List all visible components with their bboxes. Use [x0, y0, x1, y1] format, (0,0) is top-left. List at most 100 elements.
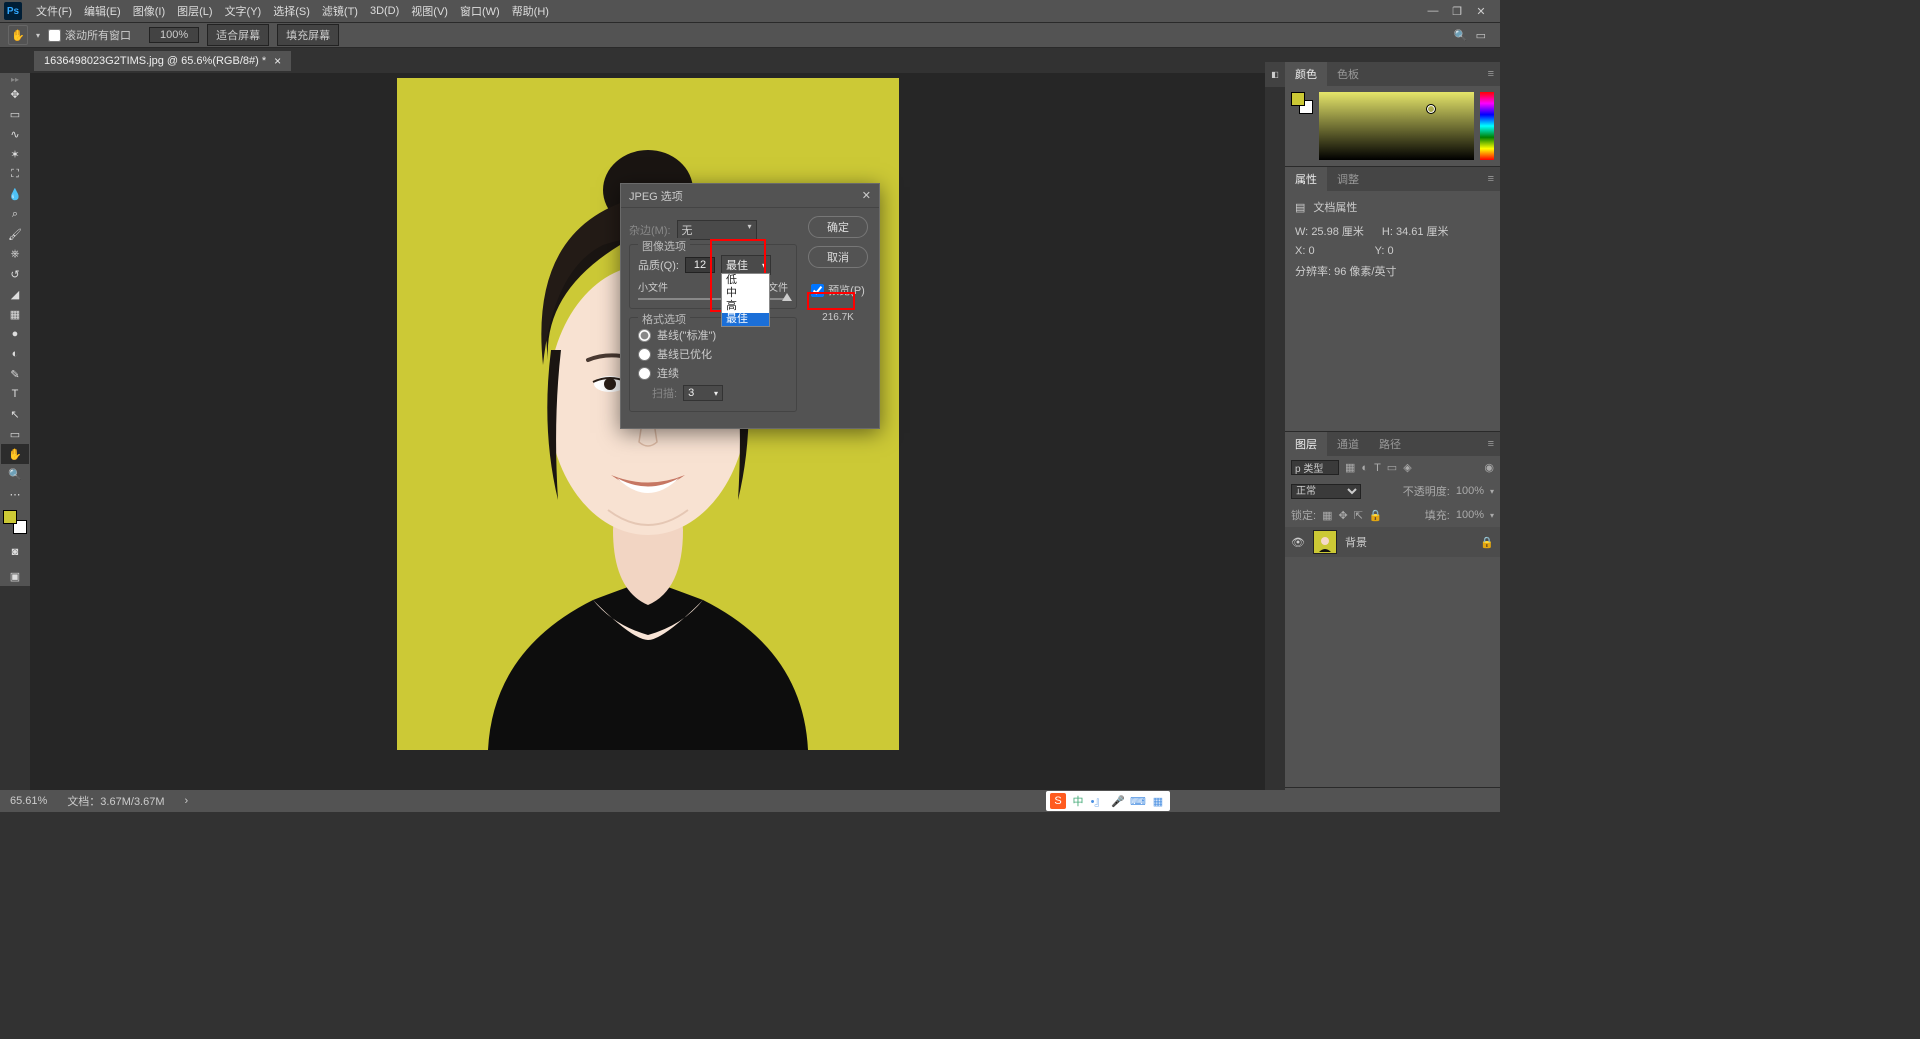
quality-option-low[interactable]: 低 [722, 274, 769, 287]
filter-shape-icon[interactable]: ▭ [1387, 461, 1397, 474]
menu-3d[interactable]: 3D(D) [364, 5, 405, 17]
collapsed-panel-icon[interactable]: ◧ [1265, 62, 1285, 87]
menu-view[interactable]: 视图(V) [405, 3, 454, 19]
tool-preset-dropdown-icon[interactable]: ▾ [36, 31, 40, 40]
color-picker-ring[interactable] [1426, 104, 1436, 114]
crop-tool[interactable]: ⛶ [1, 164, 29, 184]
color-tab[interactable]: 颜色 [1285, 62, 1327, 86]
lock-pixels-icon[interactable]: ▦ [1322, 509, 1332, 522]
filter-smart-icon[interactable]: ◈ [1403, 461, 1411, 474]
document-tab-close-icon[interactable]: × [274, 54, 281, 68]
move-tool[interactable]: ✥ [1, 84, 29, 104]
status-zoom[interactable]: 65.61% [10, 795, 47, 807]
eyedropper-tool[interactable]: 💧 [1, 184, 29, 204]
zoom-tool[interactable]: 🔍 [1, 464, 29, 484]
quick-mask-icon[interactable]: ◙ [1, 542, 29, 562]
panel-menu-icon[interactable]: ≡ [1482, 173, 1500, 185]
ok-button[interactable]: 确定 [808, 216, 868, 238]
shape-tool[interactable]: ▭ [1, 424, 29, 444]
dodge-tool[interactable]: ◐ [1, 344, 29, 364]
status-doc-size[interactable]: 文档：3.67M/3.67M [67, 793, 164, 809]
foreground-color-swatch[interactable] [3, 510, 17, 524]
hand-tool[interactable]: ✋ [1, 444, 29, 464]
filter-image-icon[interactable]: ▦ [1345, 461, 1355, 474]
chevron-down-icon[interactable]: ▾ [1490, 487, 1494, 496]
gradient-tool[interactable]: ▦ [1, 304, 29, 324]
paths-tab[interactable]: 路径 [1369, 432, 1411, 456]
ime-zh-icon[interactable]: 中 [1070, 793, 1086, 809]
fit-screen-button[interactable]: 适合屏幕 [207, 24, 269, 46]
menu-help[interactable]: 帮助(H) [506, 3, 555, 19]
menu-image[interactable]: 图像(I) [127, 3, 171, 19]
foreground-swatch[interactable] [1291, 92, 1305, 106]
pen-tool[interactable]: ✎ [1, 364, 29, 384]
window-restore-button[interactable]: ❐ [1450, 5, 1464, 18]
fill-screen-button[interactable]: 填充屏幕 [277, 24, 339, 46]
panel-menu-icon[interactable]: ≡ [1482, 438, 1500, 450]
window-close-button[interactable]: ✕ [1474, 5, 1488, 18]
quality-option-high[interactable]: 高 [722, 300, 769, 313]
ime-keyboard-icon[interactable]: ⌨ [1130, 793, 1146, 809]
path-selection-tool[interactable]: ↖ [1, 404, 29, 424]
eraser-tool[interactable]: ◢ [1, 284, 29, 304]
fill-value[interactable]: 100% [1456, 509, 1484, 521]
panel-menu-icon[interactable]: ≡ [1482, 68, 1500, 80]
filter-toggle-icon[interactable]: ◉ [1484, 461, 1494, 474]
menu-window[interactable]: 窗口(W) [454, 3, 506, 19]
ime-grid-icon[interactable]: ▦ [1150, 793, 1166, 809]
layer-visibility-icon[interactable]: 👁 [1291, 536, 1305, 549]
matte-select[interactable]: 无 ▾ [677, 220, 757, 240]
magic-wand-tool[interactable]: ✶ [1, 144, 29, 164]
ime-punct-icon[interactable]: •』 [1090, 793, 1106, 809]
document-tab[interactable]: 1636498023G2TIMS.jpg @ 65.6%(RGB/8#) * × [34, 51, 291, 71]
blur-tool[interactable]: ● [1, 324, 29, 344]
marquee-tool[interactable]: ▭ [1, 104, 29, 124]
channels-tab[interactable]: 通道 [1327, 432, 1369, 456]
menu-type[interactable]: 文字(Y) [219, 3, 268, 19]
edit-toolbar-icon[interactable]: ⋯ [1, 484, 29, 504]
filter-adjust-icon[interactable]: ◐ [1361, 462, 1368, 474]
menu-file[interactable]: 文件(F) [30, 3, 78, 19]
hue-strip[interactable] [1480, 92, 1494, 160]
foreground-background-swatches[interactable] [3, 510, 27, 534]
adjustments-tab[interactable]: 调整 [1327, 167, 1369, 191]
status-arrow-icon[interactable]: › [185, 795, 189, 807]
stamp-tool[interactable]: ⎈ [1, 244, 29, 264]
layer-thumbnail[interactable] [1313, 530, 1337, 554]
swatches-tab[interactable]: 色板 [1327, 62, 1369, 86]
menu-filter[interactable]: 滤镜(T) [316, 3, 364, 19]
filter-type-icon[interactable]: T [1374, 462, 1381, 474]
quality-option-best[interactable]: 最佳 [722, 313, 769, 326]
baseline-optimized-radio[interactable] [638, 348, 651, 361]
layer-filter-input[interactable] [1291, 460, 1339, 475]
progressive-radio[interactable] [638, 367, 651, 380]
zoom-percent-button[interactable]: 100% [149, 27, 199, 43]
properties-tab[interactable]: 属性 [1285, 167, 1327, 191]
lock-position-icon[interactable]: ✥ [1338, 509, 1347, 522]
menu-layer[interactable]: 图层(L) [171, 3, 218, 19]
ime-s-icon[interactable]: S [1050, 793, 1066, 809]
type-tool[interactable]: T [1, 384, 29, 404]
baseline-radio[interactable] [638, 329, 651, 342]
history-brush-tool[interactable]: ↺ [1, 264, 29, 284]
quality-slider-handle[interactable] [782, 293, 792, 301]
menu-select[interactable]: 选择(S) [267, 3, 316, 19]
color-field[interactable] [1319, 92, 1474, 160]
hand-tool-icon[interactable]: ✋ [8, 25, 28, 45]
tools-collapse-icon[interactable]: ▸▸ [11, 75, 19, 84]
layer-lock-icon[interactable]: 🔒 [1480, 536, 1494, 549]
color-panel-swatches[interactable] [1291, 92, 1313, 114]
scroll-all-checkbox-input[interactable] [48, 29, 61, 42]
quality-option-medium[interactable]: 中 [722, 287, 769, 300]
cancel-button[interactable]: 取消 [808, 246, 868, 268]
search-icon[interactable]: 🔍 [1454, 29, 1468, 42]
healing-brush-tool[interactable]: ⌕ [1, 204, 29, 224]
layer-name[interactable]: 背景 [1345, 534, 1367, 550]
window-minimize-button[interactable]: — [1426, 5, 1440, 18]
chevron-down-icon[interactable]: ▾ [1490, 511, 1494, 520]
blend-mode-select[interactable]: 正常 [1291, 484, 1361, 499]
workspace-icon[interactable]: ▭ [1476, 29, 1486, 42]
lock-all-icon[interactable]: 🔒 [1369, 509, 1383, 522]
lock-artboard-icon[interactable]: ⇱ [1354, 509, 1363, 522]
ime-mic-icon[interactable]: 🎤 [1110, 793, 1126, 809]
